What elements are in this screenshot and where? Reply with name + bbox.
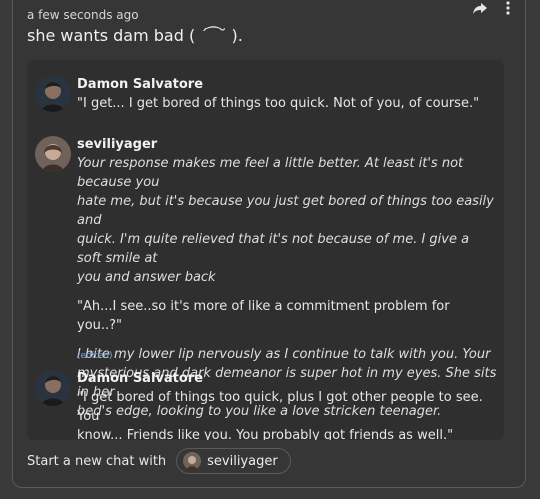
new-chat-label: Start a new chat with <box>27 453 167 469</box>
message-line: you and answer back <box>77 270 216 285</box>
post-actions <box>472 0 516 16</box>
chat-transcript[interactable]: ‘ ’ Damon Salvatore "I get... I get bore… <box>27 60 504 440</box>
avatar-damon[interactable] <box>35 76 71 112</box>
message-line: hate me, but it's because you just get b… <box>77 194 494 228</box>
message-body: Damon Salvatore "I get... I get bored of… <box>77 76 497 113</box>
message-quote: "Ah...I see..so it's more of like a comm… <box>77 299 450 333</box>
message-body: Damon Salvatore "I get bored of things t… <box>77 370 497 440</box>
avatar-seviliyager[interactable] <box>35 136 71 172</box>
message-author: seviliyager <box>77 137 158 152</box>
more-icon[interactable] <box>500 0 516 16</box>
post-timestamp: a few seconds ago <box>27 8 139 22</box>
truncated-line: ‘ ’ <box>277 60 288 66</box>
message-line: "I get bored of things too quick, plus I… <box>77 390 483 424</box>
message-line: I bite my lower lip nervously as I conti… <box>77 347 491 362</box>
avatar-damon[interactable] <box>35 370 71 406</box>
message-line: Your response makes me feel a little bet… <box>77 156 464 190</box>
message-line: "I get... I get bored of things too quic… <box>77 96 480 111</box>
message-author: Damon Salvatore <box>77 77 204 92</box>
message-line: quick. I'm quite relieved that it's not … <box>77 232 470 266</box>
message-author: Damon Salvatore <box>77 371 204 386</box>
avatar-icon <box>183 452 202 470</box>
message-line: know... Friends like you. You probably g… <box>77 428 454 440</box>
new-chat-username: seviliyager <box>207 453 278 469</box>
new-chat-footer: Start a new chat with seviliyager <box>27 448 291 474</box>
new-chat-button[interactable]: seviliyager <box>176 448 291 474</box>
share-icon[interactable] <box>472 0 488 16</box>
edited-label: (edited) <box>77 351 113 361</box>
post-text: she wants dam bad ( ´ ͡ ˘ ). <box>27 26 243 45</box>
